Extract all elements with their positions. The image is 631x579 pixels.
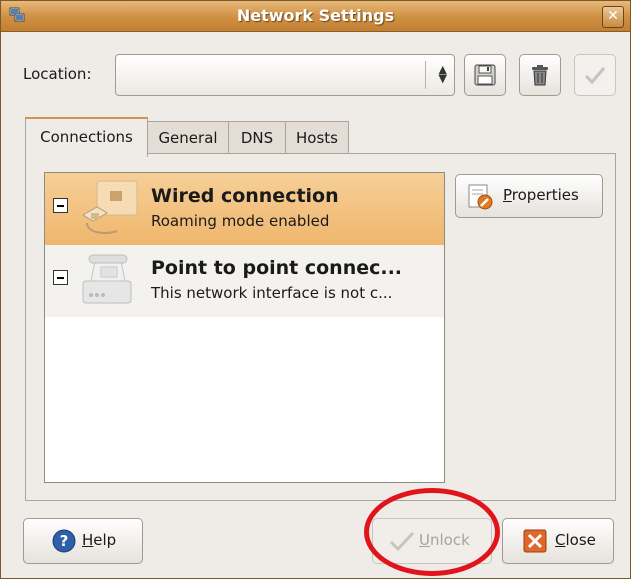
wired-connection-name: Wired connection <box>151 185 339 207</box>
properties-button[interactable]: Properties <box>455 174 603 218</box>
check-icon <box>584 67 606 85</box>
list-item-wired[interactable]: Wired connection Roaming mode enabled <box>45 173 444 245</box>
close-window-icon[interactable]: ✕ <box>602 6 624 28</box>
ppp-enable-checkbox[interactable] <box>53 270 68 285</box>
help-label: Help <box>82 531 117 549</box>
location-combobox[interactable]: ▲ ▼ <box>115 54 455 96</box>
modem-phone-icon <box>82 254 132 304</box>
wired-connection-status: Roaming mode enabled <box>151 212 330 230</box>
tab-connections-label: Connections <box>40 128 133 146</box>
apply-location-button[interactable] <box>574 54 616 96</box>
tab-dns[interactable]: DNS <box>228 121 286 154</box>
combo-separator <box>425 61 426 89</box>
properties-label: Properties <box>503 186 579 204</box>
close-icon <box>523 529 547 553</box>
tab-dns-label: DNS <box>240 129 274 147</box>
help-button[interactable]: ? Help <box>23 518 143 564</box>
list-item-ppp[interactable]: Point to point connec... This network in… <box>45 245 444 317</box>
tab-hosts-label: Hosts <box>296 129 338 147</box>
connections-page: Wired connection Roaming mode enabled Po… <box>25 153 616 501</box>
network-settings-window: Network Settings ✕ Location: ▲ ▼ Connecti… <box>0 0 631 579</box>
annotation-highlight-circle <box>364 488 500 576</box>
properties-icon <box>468 184 493 210</box>
wired-enable-checkbox[interactable] <box>53 198 68 213</box>
title-bar[interactable]: Network Settings ✕ <box>1 1 630 32</box>
tab-general[interactable]: General <box>147 121 229 154</box>
connections-list[interactable]: Wired connection Roaming mode enabled Po… <box>44 172 445 483</box>
floppy-disk-icon <box>474 64 496 86</box>
tab-connections[interactable]: Connections <box>25 117 148 157</box>
help-icon: ? <box>52 529 76 553</box>
ppp-connection-status: This network interface is not c... <box>151 284 393 302</box>
tab-hosts[interactable]: Hosts <box>285 121 349 154</box>
save-location-button[interactable] <box>464 54 506 96</box>
wired-network-icon <box>82 180 138 234</box>
delete-location-button[interactable] <box>519 54 561 96</box>
ppp-connection-name: Point to point connec... <box>151 257 403 279</box>
close-button[interactable]: Close <box>502 518 614 564</box>
svg-text:?: ? <box>60 532 69 550</box>
tab-general-label: General <box>158 129 218 147</box>
window-title: Network Settings <box>236 6 395 25</box>
up-down-arrows-icon: ▲ ▼ <box>438 63 447 85</box>
location-label: Location: <box>23 65 92 83</box>
trash-can-icon <box>532 65 548 86</box>
close-label: Close <box>555 531 596 549</box>
